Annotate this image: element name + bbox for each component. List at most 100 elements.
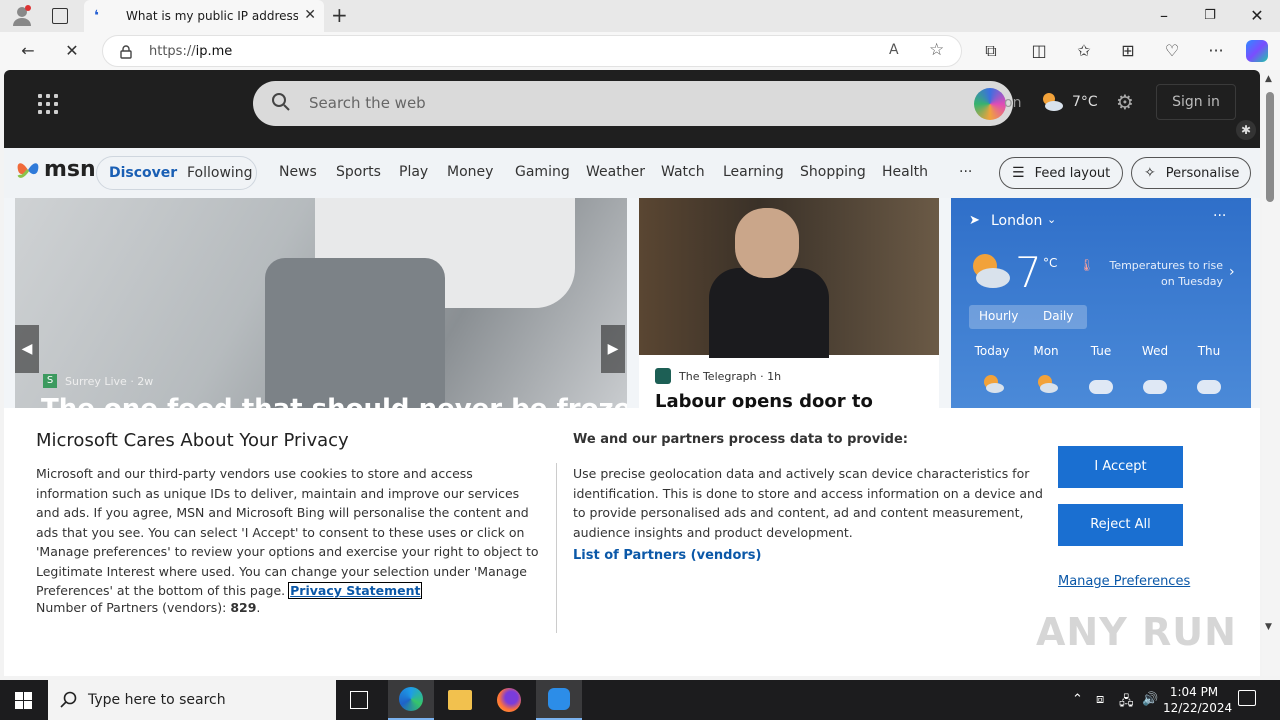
header-weather-icon[interactable] bbox=[1040, 90, 1064, 114]
copilot-icon[interactable] bbox=[1246, 40, 1268, 62]
msn-header: Search the web on 7°C ⚙ Sign in ✱ bbox=[4, 70, 1260, 148]
header-temperature[interactable]: 7°C bbox=[1072, 94, 1098, 110]
privacy-body: Microsoft and our third-party vendors us… bbox=[36, 464, 541, 601]
nav-news[interactable]: News bbox=[279, 164, 317, 180]
lock-icon[interactable] bbox=[120, 44, 132, 59]
dialog-divider bbox=[556, 463, 557, 633]
extensions-icon[interactable]: ⧉ bbox=[980, 41, 1002, 61]
weather-card[interactable]: ➤ London ⌄ ··· 7 °C 🌡 Temperatures to ri… bbox=[951, 198, 1251, 408]
hero-headline[interactable]: The one food that should never be frozen bbox=[41, 394, 627, 408]
nav-play[interactable]: Play bbox=[399, 164, 428, 180]
edge-taskbar-icon[interactable] bbox=[388, 680, 434, 720]
taskbar-clock[interactable]: 1:04 PM 12/22/2024 bbox=[1163, 684, 1233, 716]
reject-all-button[interactable]: Reject All bbox=[1058, 504, 1183, 546]
windows-taskbar: Type here to search ⌃ ⧈ 🖧 🔊 1:04 PM 12/2… bbox=[0, 680, 1280, 720]
tray-overflow-chevron-icon[interactable]: ⌃ bbox=[1072, 692, 1083, 707]
tray-device-icon[interactable]: ⧈ bbox=[1096, 692, 1104, 707]
favorites-icon[interactable]: ✩ bbox=[1073, 41, 1095, 61]
read-aloud-icon[interactable]: A bbox=[889, 42, 899, 58]
address-bar[interactable]: https://ip.me A ☆ bbox=[102, 35, 962, 67]
notifications-icon[interactable] bbox=[1238, 690, 1256, 706]
nav-learning[interactable]: Learning bbox=[723, 164, 784, 180]
feed-layout-button[interactable]: ☰ Feed layout bbox=[999, 157, 1123, 189]
carousel-prev-icon[interactable]: ◀ bbox=[15, 325, 39, 373]
nav-weather[interactable]: Weather bbox=[586, 164, 645, 180]
forecast-day: Wed bbox=[1141, 344, 1169, 358]
back-icon[interactable]: ← bbox=[17, 41, 39, 61]
tab-active[interactable]: ❛ What is my public IP address - IP ✕ bbox=[84, 0, 324, 32]
hero-card[interactable]: ◀ ▶ S Surrey Live · 2w The one food that… bbox=[15, 198, 627, 408]
personalise-button[interactable]: ✧ Personalise bbox=[1131, 157, 1251, 189]
hourly-tab[interactable]: Hourly bbox=[979, 309, 1018, 323]
accept-button[interactable]: I Accept bbox=[1058, 446, 1183, 488]
scroll-up-icon[interactable]: ▲ bbox=[1265, 74, 1272, 84]
chevron-down-icon[interactable]: ⌄ bbox=[1047, 213, 1056, 226]
personalise-label: Personalise bbox=[1165, 165, 1240, 181]
nav-gaming[interactable]: Gaming bbox=[515, 164, 570, 180]
close-window-button[interactable]: ✕ bbox=[1247, 6, 1267, 25]
nav-health[interactable]: Health bbox=[882, 164, 928, 180]
split-screen-icon[interactable]: ◫ bbox=[1028, 41, 1050, 61]
nav-shopping[interactable]: Shopping bbox=[800, 164, 866, 180]
header-weather-city[interactable]: on bbox=[1004, 95, 1021, 111]
msn-logo[interactable]: msn bbox=[16, 157, 96, 182]
tab-actions-icon[interactable] bbox=[52, 8, 68, 24]
hero-source-name: Surrey Live bbox=[65, 374, 127, 388]
sign-in-button[interactable]: Sign in bbox=[1156, 84, 1236, 120]
network-icon[interactable]: 🖧 bbox=[1119, 692, 1134, 714]
close-tab-icon[interactable]: ✕ bbox=[304, 7, 316, 23]
privacy-statement-link[interactable]: Privacy Statement bbox=[288, 582, 423, 599]
news-card[interactable]: The Telegraph · 1h Labour opens door to bbox=[639, 198, 939, 408]
manage-preferences-link[interactable]: Manage Preferences bbox=[1058, 574, 1190, 589]
chevron-right-icon[interactable]: › bbox=[1229, 264, 1235, 280]
settings-gear-icon[interactable]: ⚙ bbox=[1116, 90, 1134, 114]
volume-icon[interactable]: 🔊 bbox=[1142, 692, 1158, 707]
privacy-title: Microsoft Cares About Your Privacy bbox=[36, 430, 349, 451]
weather-more-icon[interactable]: ··· bbox=[1213, 208, 1226, 224]
copilot-search-icon[interactable] bbox=[974, 88, 1006, 120]
nav-sports[interactable]: Sports bbox=[336, 164, 381, 180]
daily-tab[interactable]: Daily bbox=[1043, 309, 1073, 323]
carousel-next-icon[interactable]: ▶ bbox=[601, 325, 625, 373]
more-menu-icon[interactable]: ··· bbox=[1205, 41, 1227, 61]
browser-essentials-icon[interactable]: ♡ bbox=[1161, 41, 1183, 61]
location-arrow-icon: ➤ bbox=[969, 213, 980, 228]
profile-icon[interactable] bbox=[12, 5, 32, 27]
collections-icon[interactable]: ⊞ bbox=[1117, 41, 1139, 61]
taskbar-search-box[interactable]: Type here to search bbox=[48, 680, 336, 720]
url-text[interactable]: https://ip.me bbox=[149, 44, 232, 59]
customize-icon[interactable]: ✱ bbox=[1236, 120, 1256, 140]
nav-watch[interactable]: Watch bbox=[661, 164, 705, 180]
nav-more[interactable]: ··· bbox=[959, 164, 972, 180]
news-card-headline[interactable]: Labour opens door to bbox=[655, 391, 873, 408]
windows-start-icon[interactable] bbox=[15, 692, 32, 709]
task-view-icon[interactable] bbox=[350, 691, 368, 709]
weather-city[interactable]: London bbox=[991, 213, 1042, 229]
file-explorer-icon[interactable] bbox=[448, 690, 472, 710]
vendors-list-link[interactable]: List of Partners (vendors) bbox=[573, 548, 761, 563]
image-figure-face bbox=[735, 208, 799, 278]
firefox-icon[interactable] bbox=[497, 688, 521, 712]
app-taskbar-icon[interactable] bbox=[536, 680, 582, 720]
partners-label: Number of Partners (vendors): bbox=[36, 600, 227, 615]
minimize-button[interactable]: – bbox=[1154, 6, 1174, 25]
favorite-star-icon[interactable]: ☆ bbox=[929, 40, 944, 60]
nav-money[interactable]: Money bbox=[447, 164, 493, 180]
tab-discover[interactable]: Discover bbox=[109, 165, 177, 181]
restore-button[interactable]: ❐ bbox=[1200, 8, 1220, 23]
tab-strip: ❛ What is my public IP address - IP ✕ + … bbox=[0, 0, 1280, 32]
page-scrollbar[interactable]: ▲ ▼ bbox=[1262, 70, 1280, 676]
taskbar-search-placeholder: Type here to search bbox=[88, 692, 226, 708]
data-purposes-text: Use precise geolocation data and activel… bbox=[573, 466, 1043, 540]
new-tab-button[interactable]: + bbox=[331, 3, 348, 27]
scrollbar-thumb[interactable] bbox=[1266, 92, 1274, 202]
web-page: Search the web on 7°C ⚙ Sign in ✱ msn Di… bbox=[4, 70, 1260, 676]
apps-launcher-icon[interactable] bbox=[38, 94, 58, 114]
search-box[interactable]: Search the web bbox=[253, 81, 1013, 126]
cloud-icon bbox=[1197, 380, 1221, 394]
tab-following[interactable]: Following bbox=[187, 165, 253, 181]
weather-unit: °C bbox=[1043, 256, 1058, 270]
stop-loading-icon[interactable]: ✕ bbox=[61, 41, 83, 61]
scroll-down-icon[interactable]: ▼ bbox=[1265, 622, 1272, 632]
clock-date: 12/22/2024 bbox=[1163, 701, 1233, 715]
